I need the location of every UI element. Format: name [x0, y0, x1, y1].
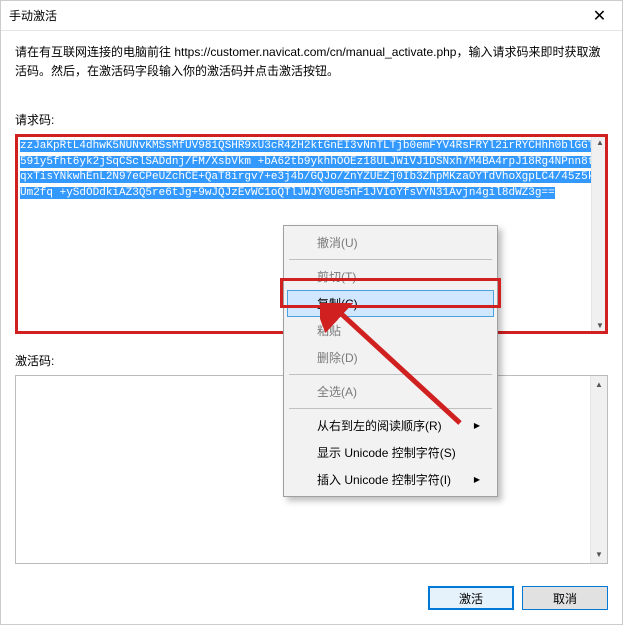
- close-icon: ✕: [593, 6, 606, 26]
- cm-copy[interactable]: 复制(C): [287, 290, 494, 317]
- request-code-label: 请求码:: [15, 111, 608, 128]
- close-button[interactable]: ✕: [577, 1, 622, 31]
- scroll-up-icon[interactable]: ▲: [592, 134, 608, 151]
- cm-selectall[interactable]: 全选(A): [287, 378, 494, 405]
- cm-paste[interactable]: 粘贴: [287, 317, 494, 344]
- scroll-down-icon[interactable]: ▼: [592, 317, 608, 334]
- activate-button[interactable]: 激活: [428, 586, 514, 610]
- cm-separator: [289, 408, 492, 409]
- scroll-up-icon[interactable]: ▲: [591, 376, 607, 393]
- cm-rtl[interactable]: 从右到左的阅读顺序(R) ▶: [287, 412, 494, 439]
- request-code-text: zzJaKpRtL4dhwK5NUNvKMSsMfUV981QSHR9xU3cR…: [18, 137, 605, 203]
- scrollbar-vertical[interactable]: ▲ ▼: [591, 134, 608, 334]
- dialog-title: 手动激活: [9, 7, 57, 24]
- chevron-right-icon: ▶: [474, 421, 480, 430]
- chevron-right-icon: ▶: [474, 475, 480, 484]
- cm-show-unicode[interactable]: 显示 Unicode 控制字符(S): [287, 439, 494, 466]
- scroll-down-icon[interactable]: ▼: [591, 546, 607, 563]
- cancel-button[interactable]: 取消: [522, 586, 608, 610]
- instructions-text: 请在有互联网连接的电脑前往 https://customer.navicat.c…: [15, 43, 608, 81]
- scrollbar-vertical[interactable]: ▲ ▼: [590, 376, 607, 563]
- cm-cut[interactable]: 剪切(T): [287, 263, 494, 290]
- cm-undo[interactable]: 撤消(U): [287, 229, 494, 256]
- cm-separator: [289, 259, 492, 260]
- cm-separator: [289, 374, 492, 375]
- cm-delete[interactable]: 删除(D): [287, 344, 494, 371]
- dialog-buttons: 激活 取消: [1, 576, 622, 624]
- request-code-selection: zzJaKpRtL4dhwK5NUNvKMSsMfUV981QSHR9xU3cR…: [20, 140, 601, 198]
- context-menu[interactable]: 撤消(U) 剪切(T) 复制(C) 粘贴 删除(D) 全选(A) 从右到左的阅读…: [283, 225, 498, 497]
- titlebar: 手动激活 ✕: [1, 1, 622, 31]
- cm-insert-unicode[interactable]: 插入 Unicode 控制字符(I) ▶: [287, 466, 494, 493]
